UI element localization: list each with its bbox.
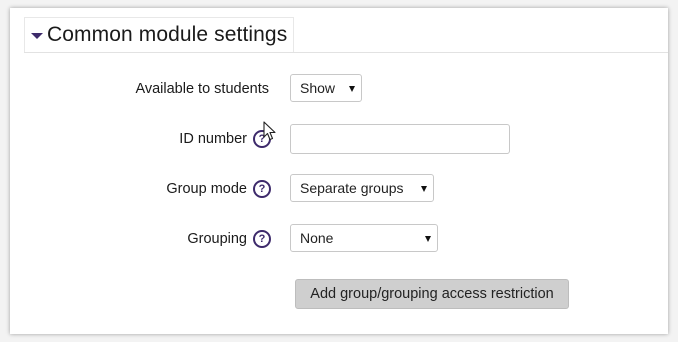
dropdown-arrow-icon [425, 236, 431, 242]
groupmode-label: Group mode [166, 181, 247, 197]
help-icon[interactable]: ? [253, 180, 271, 198]
groupmode-select-value: Separate groups [300, 180, 404, 196]
settings-panel: Common module settings Available to stud… [10, 8, 668, 334]
section-header-toggle[interactable]: Common module settings [24, 17, 295, 53]
grouping-select[interactable]: None [290, 224, 438, 252]
form-row-grouping: Grouping ? None [10, 224, 668, 254]
caret-down-icon[interactable] [31, 33, 43, 39]
section-divider [24, 52, 668, 53]
dropdown-arrow-icon [421, 186, 427, 192]
visible-label: Available to students [135, 81, 269, 97]
idnumber-input[interactable] [290, 124, 510, 154]
add-restriction-button[interactable]: Add group/grouping access restriction [295, 279, 569, 309]
grouping-select-value: None [300, 230, 334, 246]
dropdown-arrow-icon [349, 86, 355, 92]
form-row-groupmode: Group mode ? Separate groups [10, 174, 668, 204]
groupmode-select[interactable]: Separate groups [290, 174, 434, 202]
visible-select-value: Show [300, 80, 336, 96]
form-row-idnumber: ID number ? [10, 124, 668, 154]
grouping-label: Grouping [187, 231, 247, 247]
section-title: Common module settings [47, 23, 288, 46]
idnumber-label: ID number [179, 131, 247, 147]
mouse-pointer-icon [263, 121, 276, 141]
form-row-visible: Available to students Show [10, 74, 668, 104]
visible-select[interactable]: Show [290, 74, 362, 102]
help-icon[interactable]: ? [253, 230, 271, 248]
